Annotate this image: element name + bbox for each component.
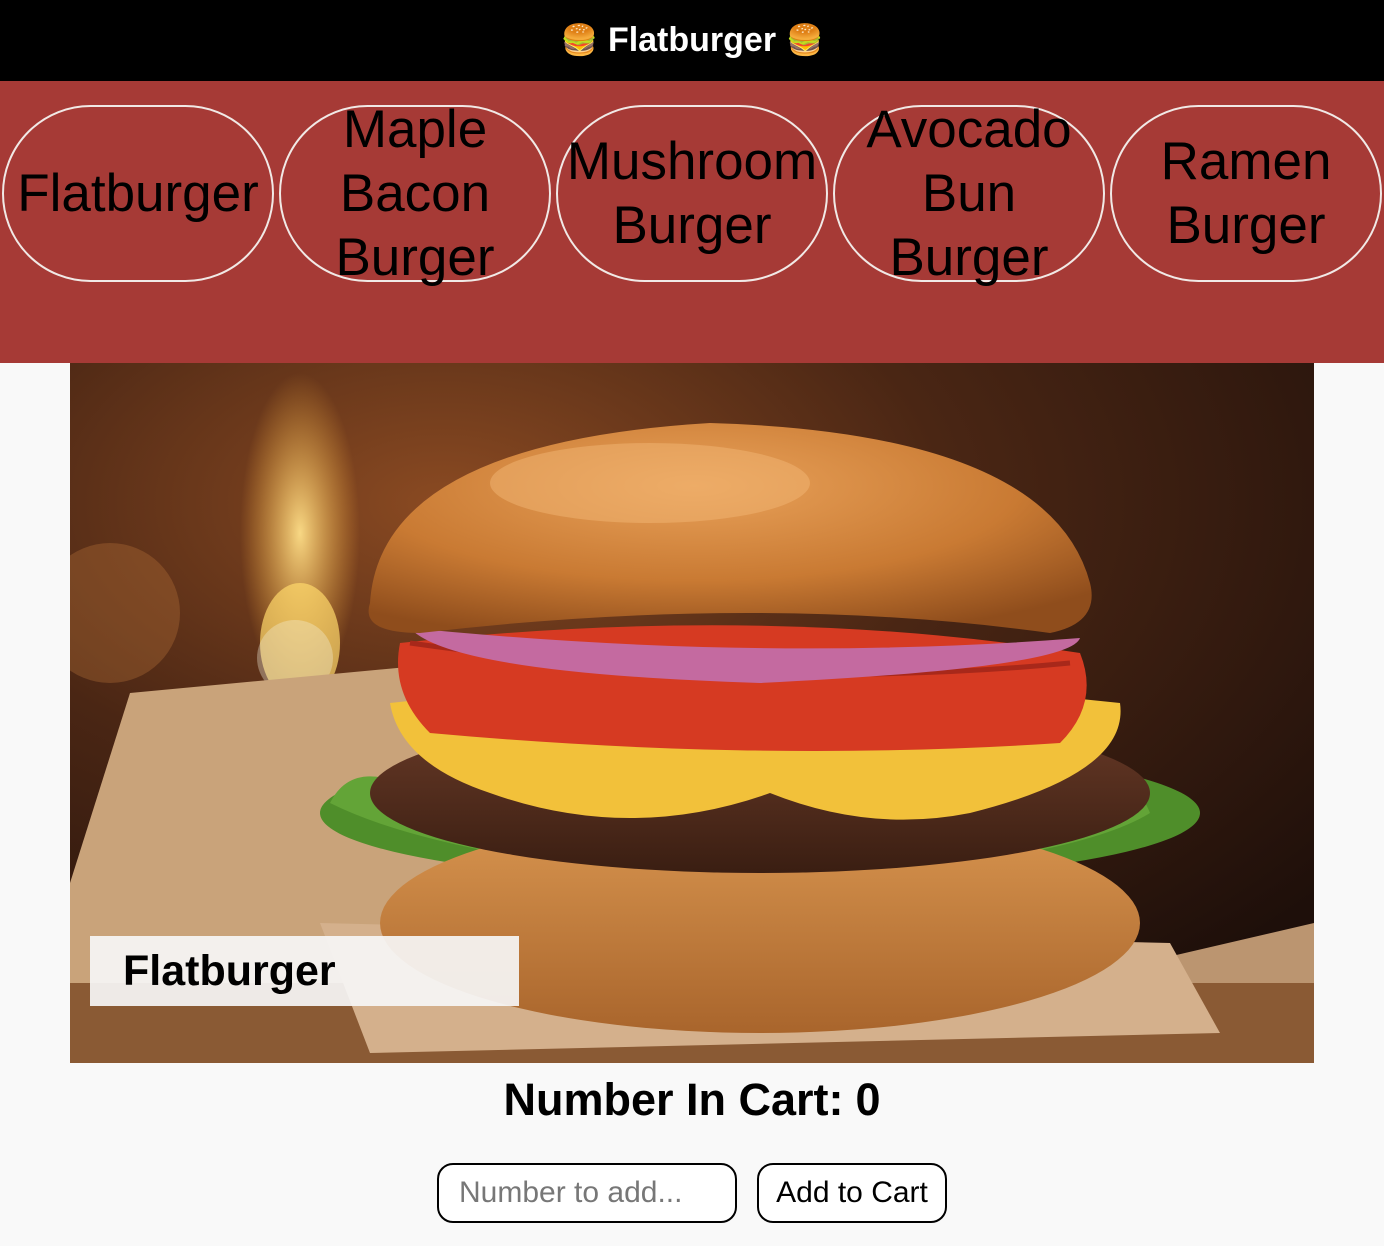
menu-item-label: Mushroom Burger <box>566 131 818 255</box>
menu-item-label: Flatburger <box>17 163 259 223</box>
app-header: 🍔 Flatburger 🍔 <box>0 0 1384 81</box>
cart-count-value: 0 <box>855 1074 881 1125</box>
burger-name: Flatburger <box>123 946 336 995</box>
menu-item-ramen-burger[interactable]: Ramen Burger <box>1110 105 1382 282</box>
menu-item-label: Maple Bacon Burger <box>335 99 495 287</box>
app-title: Flatburger <box>607 21 777 59</box>
menu-item-label: Ramen Burger <box>1160 131 1332 255</box>
burger-image: Flatburger <box>70 363 1314 1063</box>
cart-count: Number In Cart: 0 <box>0 1070 1384 1130</box>
cart-count-label: Number In Cart: <box>503 1074 844 1125</box>
add-to-cart-button[interactable]: Add to Cart <box>757 1163 947 1223</box>
menu-item-mushroom-burger[interactable]: Mushroom Burger <box>556 105 828 282</box>
menu-item-maple-bacon-burger[interactable]: Maple Bacon Burger <box>279 100 551 287</box>
number-to-add-input[interactable] <box>437 1163 737 1223</box>
burger-menu-bar: Flatburger Maple Bacon Burger Mushroom B… <box>0 81 1384 363</box>
burger-icon: 🍔 <box>786 23 824 57</box>
burger-icon: 🍔 <box>560 23 598 57</box>
burger-name-caption: Flatburger <box>90 936 519 1006</box>
menu-item-avocado-bun-burger[interactable]: Avocado Bun Burger <box>833 100 1105 287</box>
menu-item-flatburger[interactable]: Flatburger <box>2 105 274 282</box>
menu-item-label: Avocado Bun Burger <box>866 99 1072 287</box>
